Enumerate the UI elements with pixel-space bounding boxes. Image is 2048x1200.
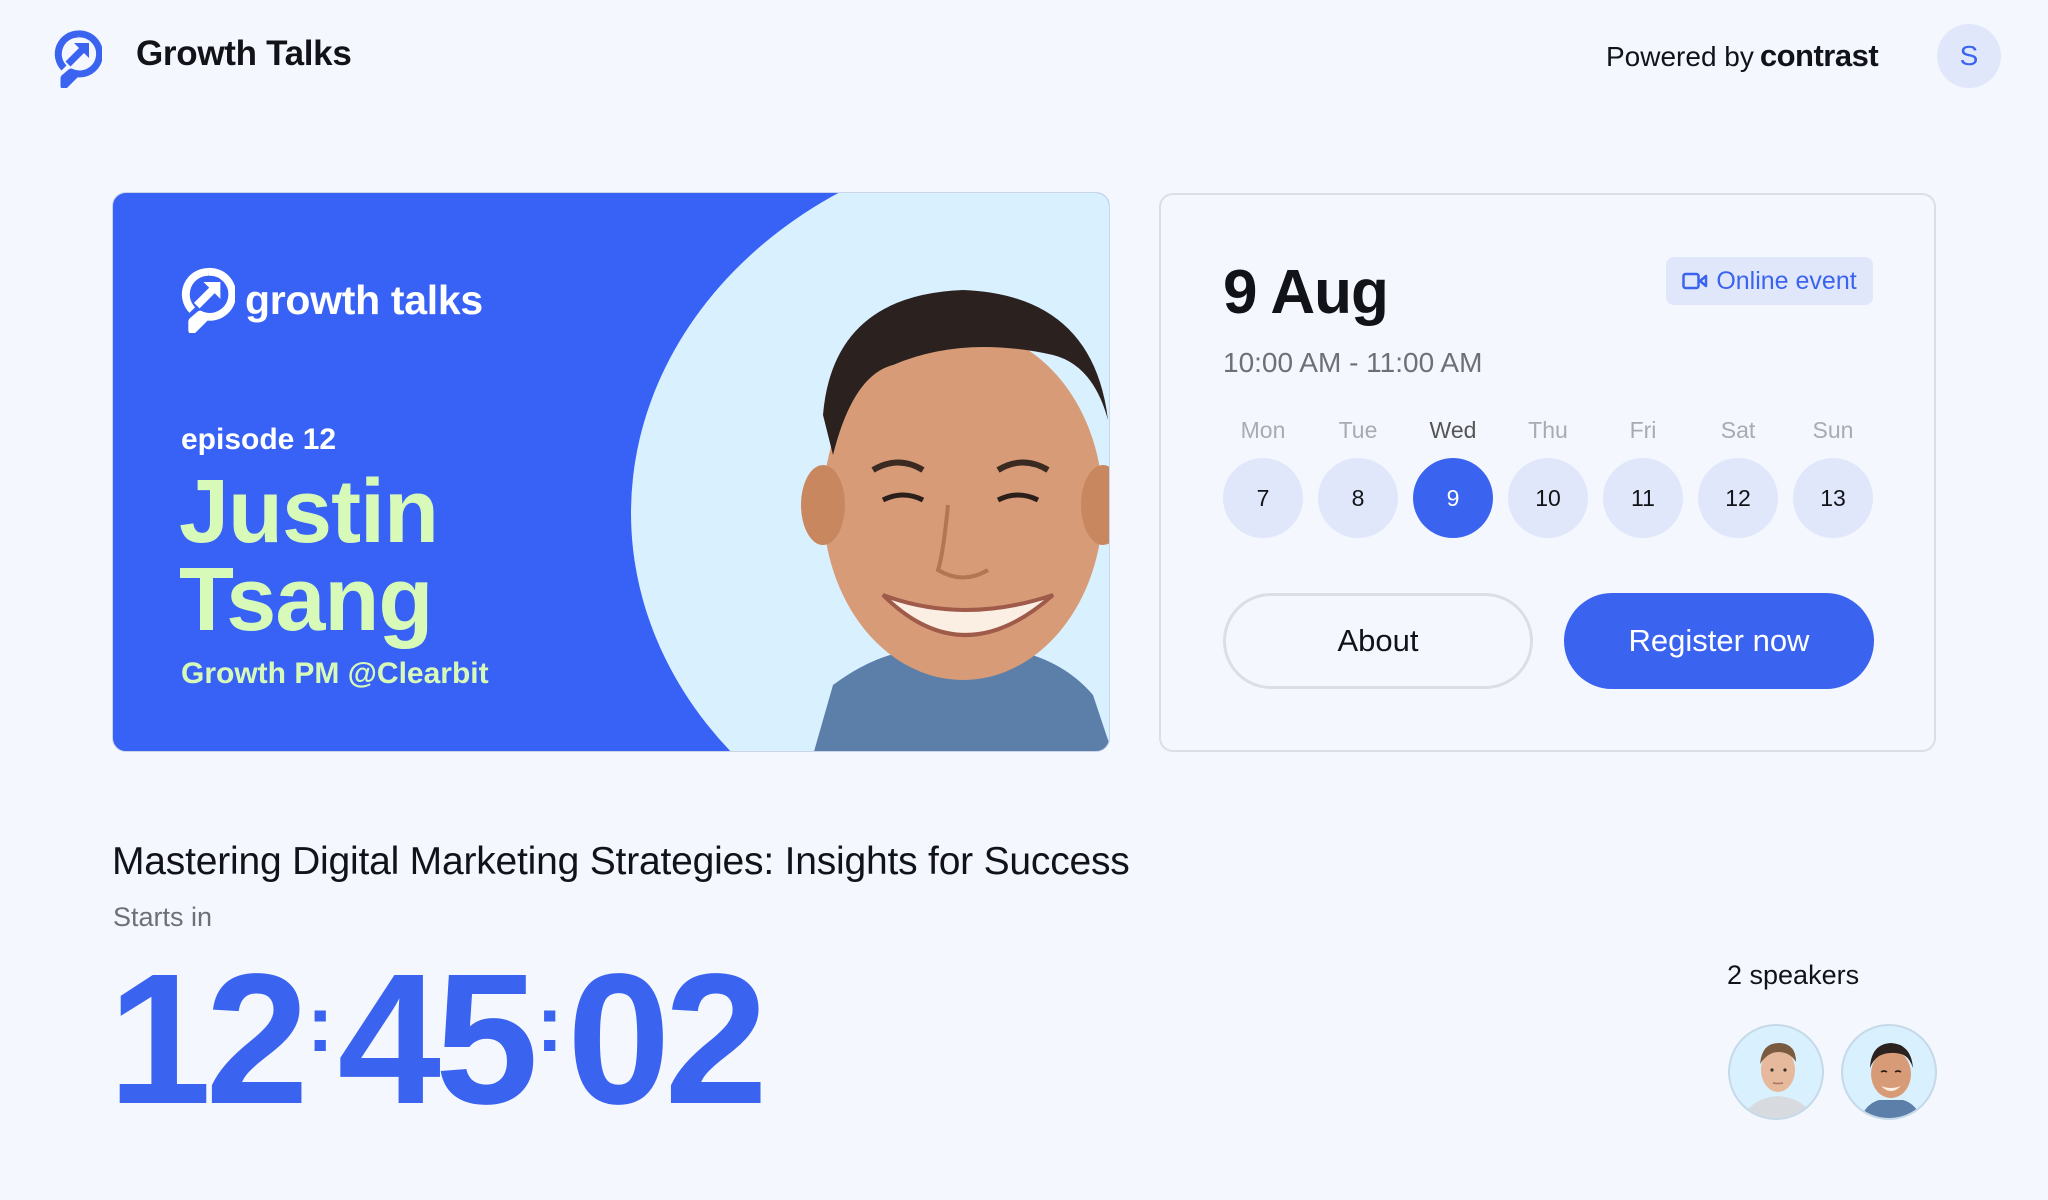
about-button[interactable]: About <box>1223 593 1533 689</box>
banner-logo: growth talks <box>181 267 483 333</box>
speaker-photo <box>801 290 1109 751</box>
day-tue[interactable]: Tue 8 <box>1318 417 1398 538</box>
register-now-button[interactable]: Register now <box>1564 593 1874 689</box>
day-name: Fri <box>1629 417 1657 443</box>
day-number-button[interactable]: 11 <box>1603 458 1683 538</box>
event-date: 9 Aug <box>1223 258 1389 327</box>
day-number-button[interactable]: 8 <box>1318 458 1398 538</box>
growth-talks-logo-icon[interactable] <box>54 30 102 88</box>
countdown-separator: : <box>536 979 564 1068</box>
countdown-timer: 12 : 45 : 02 <box>108 936 768 1143</box>
speakers-count: 2 speakers <box>1727 960 1860 990</box>
day-number-button[interactable]: 13 <box>1793 458 1873 538</box>
day-number-button[interactable]: 9 <box>1413 458 1493 538</box>
starts-in-label: Starts in <box>113 902 213 932</box>
day-number-button[interactable]: 10 <box>1508 458 1588 538</box>
day-name: Sat <box>1720 417 1756 443</box>
day-mon[interactable]: Mon 7 <box>1223 417 1303 538</box>
speaker-first-name: Justin <box>179 462 439 562</box>
online-event-badge: Online event <box>1666 257 1873 305</box>
event-time: 10:00 AM - 11:00 AM <box>1223 347 1483 378</box>
event-title: Mastering Digital Marketing Strategies: … <box>112 840 1130 883</box>
powered-by: Powered by contrast <box>1606 38 1879 74</box>
day-number-button[interactable]: 7 <box>1223 458 1303 538</box>
banner-logo-text: growth talks <box>245 276 483 323</box>
day-thu[interactable]: Thu 10 <box>1508 417 1588 538</box>
day-sun[interactable]: Sun 13 <box>1793 417 1873 538</box>
speaker-avatar-1[interactable] <box>1728 1024 1824 1120</box>
episode-banner: growth talks episode 12 Justin Tsang Gro… <box>112 192 1110 752</box>
day-fri[interactable]: Fri 11 <box>1603 417 1683 538</box>
countdown-minutes: 45 <box>337 936 539 1143</box>
day-picker: Mon 7 Tue 8 Wed 9 Thu 10 Fri 11 Sat 12 S… <box>1223 417 1873 538</box>
day-number-button[interactable]: 12 <box>1698 458 1778 538</box>
speaker-avatar-image <box>1860 1043 1922 1118</box>
event-card: 9 Aug 10:00 AM - 11:00 AM Online event M… <box>1159 193 1936 752</box>
growth-talks-logo-icon <box>181 267 235 333</box>
day-wed[interactable]: Wed 9 <box>1413 417 1493 538</box>
day-name: Sun <box>1812 417 1854 443</box>
speaker-role: Growth PM @Clearbit <box>181 657 489 690</box>
episode-label: episode 12 <box>181 423 337 456</box>
countdown-seconds: 02 <box>567 936 768 1143</box>
speaker-avatars <box>1728 1024 1937 1120</box>
powered-by-label: Powered by <box>1606 41 1754 72</box>
day-name: Tue <box>1338 417 1378 443</box>
online-event-label: Online event <box>1716 266 1857 295</box>
day-name: Mon <box>1240 417 1286 443</box>
countdown-hours: 12 <box>108 936 309 1143</box>
speaker-avatar-2[interactable] <box>1841 1024 1937 1120</box>
speaker-avatar-image <box>1741 1042 1815 1118</box>
day-name: Wed <box>1429 417 1477 443</box>
contrast-brand-link[interactable]: contrast <box>1760 38 1879 73</box>
speaker-last-name: Tsang <box>179 550 433 650</box>
countdown-separator: : <box>306 979 334 1068</box>
user-avatar-button[interactable]: S <box>1937 24 2001 88</box>
speaker-name: Justin Tsang <box>179 462 439 650</box>
app-title: Growth Talks <box>136 34 352 73</box>
video-camera-icon <box>1682 272 1708 290</box>
day-name: Thu <box>1528 417 1568 443</box>
day-sat[interactable]: Sat 12 <box>1698 417 1778 538</box>
